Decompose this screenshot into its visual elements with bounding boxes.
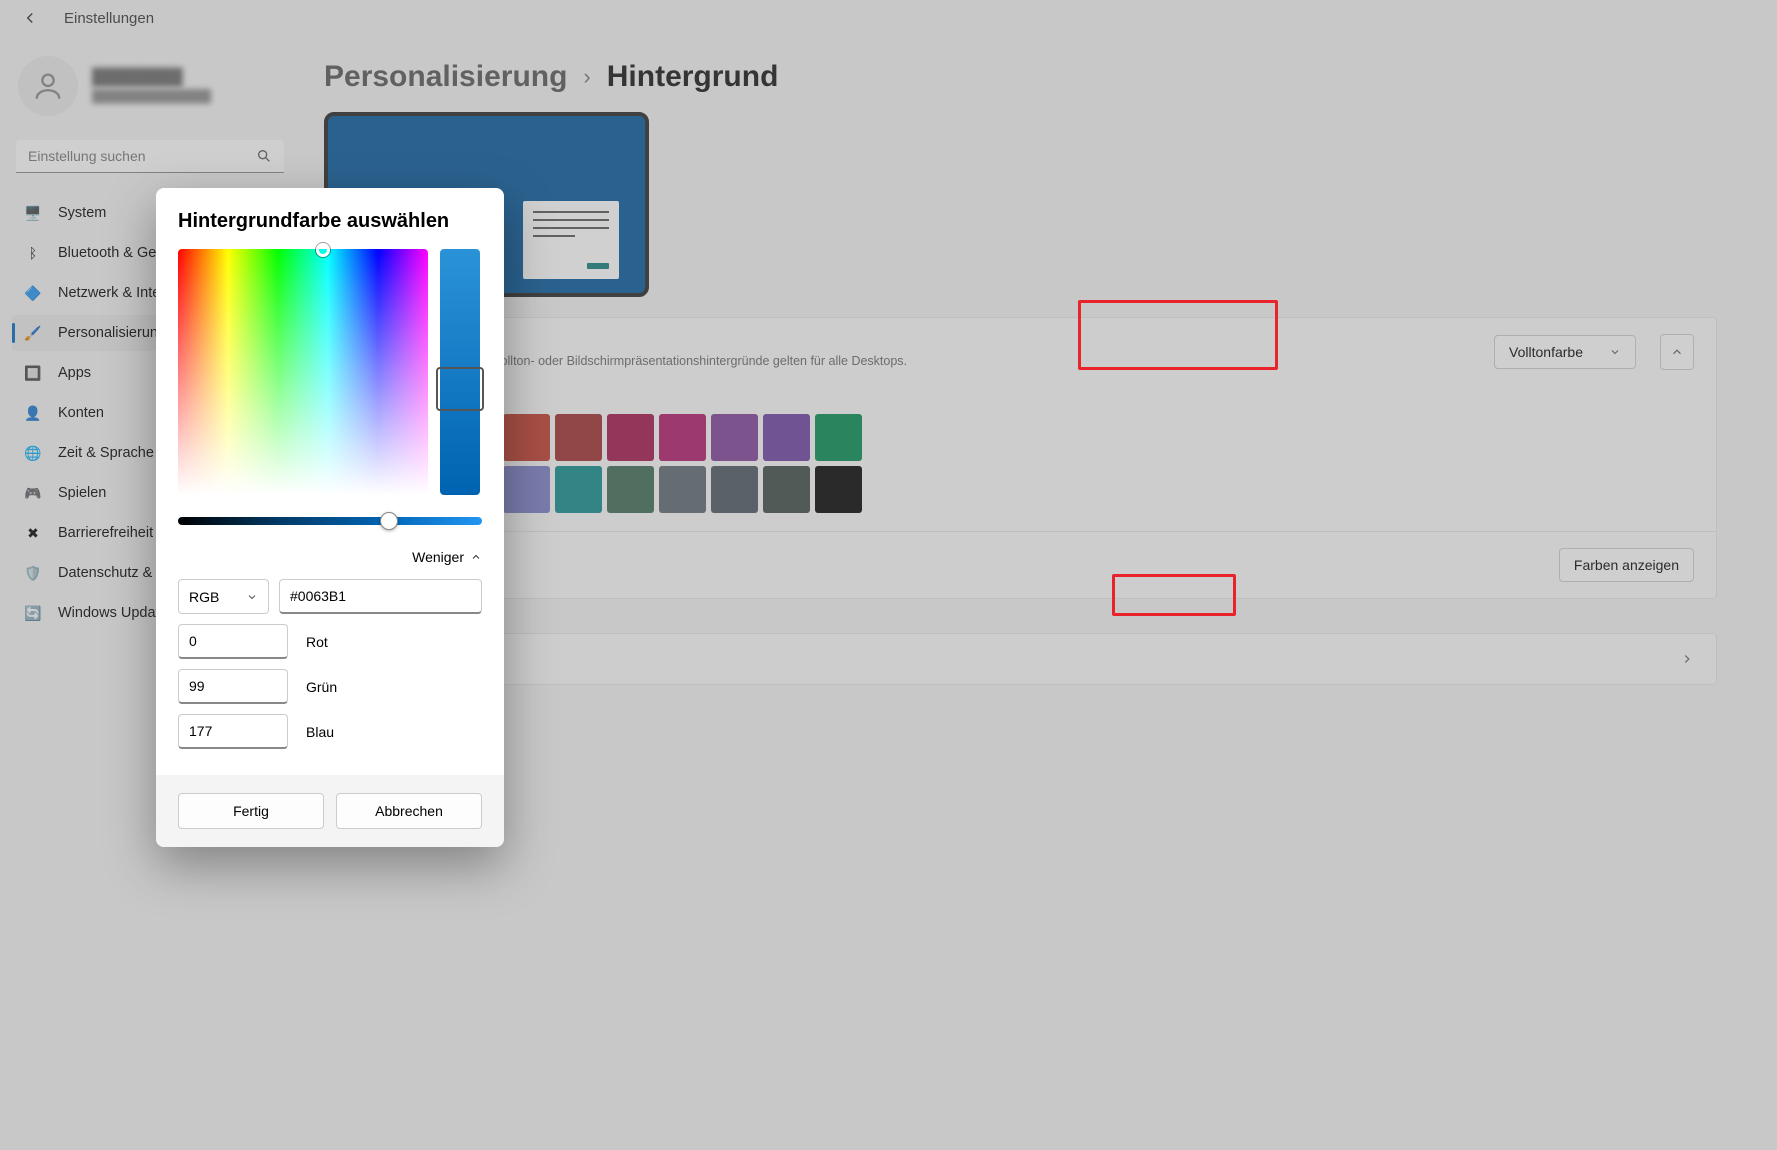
related-desc: derung, Lichtempfindlichkeit — [347, 652, 1680, 666]
user-name: ████████ — [92, 69, 211, 87]
color-swatch[interactable] — [555, 414, 602, 461]
avatar — [18, 56, 78, 116]
user-block[interactable]: ████████ ██████████████ — [12, 46, 288, 126]
color-swatch[interactable] — [815, 414, 862, 461]
nav-icon: 🔄 — [24, 604, 42, 622]
color-swatch[interactable] — [503, 466, 550, 513]
nav-icon: 👤 — [24, 404, 42, 422]
show-colors-button[interactable]: Farben anzeigen — [1559, 548, 1694, 582]
card-title: sieren — [347, 336, 1476, 352]
related-section: derung, Lichtempfindlichkeit — [324, 633, 1717, 685]
search-box[interactable] — [16, 140, 284, 173]
nav-label: Konten — [58, 405, 104, 421]
value-bar[interactable] — [440, 249, 480, 495]
color-swatch[interactable] — [763, 414, 810, 461]
main-content: Personalisierung › Hintergrund sieren r … — [300, 36, 1777, 709]
color-mode-select[interactable]: RGB — [178, 579, 269, 614]
color-swatch[interactable] — [503, 414, 550, 461]
color-swatch[interactable] — [659, 466, 706, 513]
color-swatch[interactable] — [607, 466, 654, 513]
saturation-cursor[interactable] — [316, 243, 330, 257]
color-picker-dialog: Hintergrundfarbe auswählen Weniger RGB R… — [156, 188, 504, 847]
search-icon — [256, 148, 272, 164]
nav-icon: 🎮 — [24, 484, 42, 502]
done-button[interactable]: Fertig — [178, 793, 324, 829]
nav-label: Zeit & Sprache — [58, 445, 154, 461]
background-type-dropdown[interactable]: Volltonfarbe — [1494, 335, 1636, 369]
saturation-box[interactable] — [178, 249, 428, 495]
green-label: Grün — [306, 679, 337, 695]
toggle-less-button[interactable]: Weniger — [178, 549, 482, 565]
nav-icon: ✖ — [24, 524, 42, 542]
cancel-button[interactable]: Abbrechen — [336, 793, 482, 829]
dropdown-value: Volltonfarbe — [1509, 344, 1583, 360]
collapse-button[interactable] — [1660, 334, 1694, 370]
nav-icon: 🌐 — [24, 444, 42, 462]
hue-slider[interactable] — [178, 517, 482, 525]
chevron-right-icon — [1680, 652, 1694, 666]
nav-icon: 🛡️ — [24, 564, 42, 582]
color-swatch[interactable] — [711, 414, 758, 461]
chevron-down-icon — [246, 591, 258, 603]
blue-input[interactable] — [178, 714, 288, 749]
nav-label: Spielen — [58, 485, 106, 501]
card-desc: r Ihren aktuellen Desktop. Vollton- oder… — [347, 354, 1476, 368]
app-title: Einstellungen — [64, 10, 154, 27]
preview-window — [523, 201, 619, 279]
breadcrumb-parent[interactable]: Personalisierung — [324, 60, 567, 94]
color-swatch[interactable] — [555, 466, 602, 513]
nav-icon: 🖥️ — [24, 204, 42, 222]
red-label: Rot — [306, 634, 328, 650]
color-swatch[interactable] — [659, 414, 706, 461]
hue-thumb[interactable] — [380, 512, 398, 530]
nav-label: Windows Update — [58, 605, 168, 621]
nav-icon: 🔷 — [24, 284, 42, 302]
chevron-up-icon — [470, 551, 482, 563]
user-email: ██████████████ — [92, 89, 211, 103]
nav-icon: 🖌️ — [24, 324, 42, 342]
chevron-right-icon: › — [583, 64, 590, 90]
color-swatch[interactable] — [607, 414, 654, 461]
color-swatch[interactable] — [711, 466, 758, 513]
nav-icon: 🔲 — [24, 364, 42, 382]
color-swatch[interactable] — [815, 466, 862, 513]
chevron-down-icon — [1609, 346, 1621, 358]
nav-label: System — [58, 205, 106, 221]
related-item[interactable]: derung, Lichtempfindlichkeit — [324, 633, 1717, 685]
color-swatch[interactable] — [763, 466, 810, 513]
hex-input[interactable] — [279, 579, 482, 614]
nav-label: Apps — [58, 365, 91, 381]
back-arrow-icon[interactable] — [20, 8, 40, 28]
nav-label: Personalisierung — [58, 325, 166, 341]
blue-label: Blau — [306, 724, 334, 740]
nav-label: Barrierefreiheit — [58, 525, 153, 541]
nav-icon: ᛒ — [24, 244, 42, 262]
breadcrumb: Personalisierung › Hintergrund — [324, 60, 1717, 94]
background-card: sieren r Ihren aktuellen Desktop. Vollto… — [324, 317, 1717, 599]
breadcrumb-current: Hintergrund — [607, 60, 779, 94]
value-thumb[interactable] — [436, 367, 484, 411]
green-input[interactable] — [178, 669, 288, 704]
colors-label: wählen — [347, 388, 1694, 404]
search-input[interactable] — [28, 148, 256, 164]
topbar: Einstellungen — [0, 0, 1777, 36]
red-input[interactable] — [178, 624, 288, 659]
dialog-title: Hintergrundfarbe auswählen — [178, 210, 482, 233]
